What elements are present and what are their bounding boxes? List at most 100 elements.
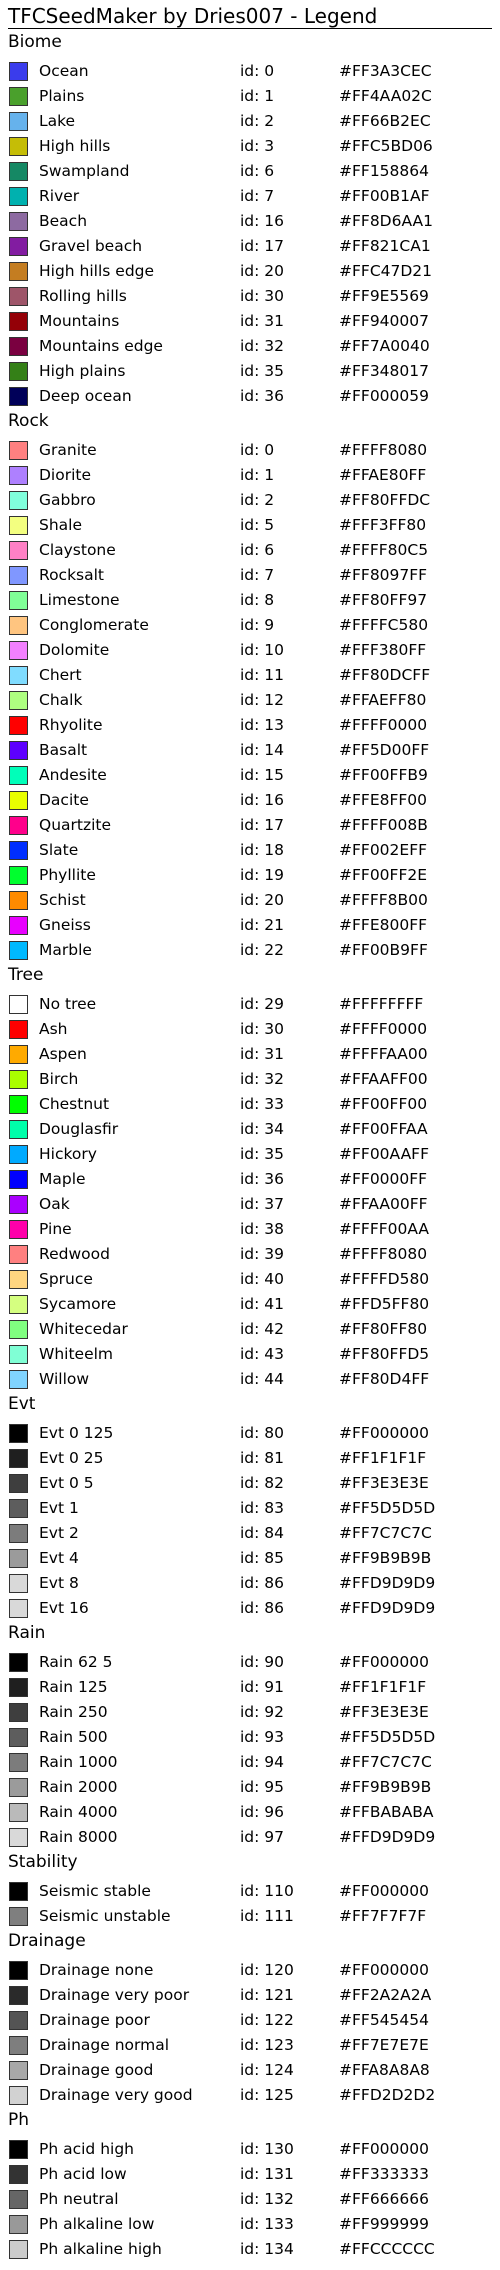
entry-name: Seismic stable xyxy=(39,1882,151,1900)
entry-id: id: 44 xyxy=(240,1370,285,1388)
entry-id: id: 96 xyxy=(240,1803,285,1821)
entry-hex: #FF5D00FF xyxy=(339,741,430,759)
entry-name: Gabbro xyxy=(39,491,96,509)
entry-name: Evt 4 xyxy=(39,1549,79,1567)
entry-hex: #FF5D5D5D xyxy=(339,1499,436,1517)
entry-id: id: 31 xyxy=(240,312,285,330)
entry-id: id: 5 xyxy=(240,516,275,534)
color-swatch xyxy=(9,2140,28,2159)
legend-row: Chalk id: 12 #FFAEFF80 xyxy=(0,688,500,713)
legend-row: Deep ocean id: 36 #FF000059 xyxy=(0,384,500,409)
entry-name: Rain 250 xyxy=(39,1703,108,1721)
entry-hex: #FF333333 xyxy=(339,2165,429,2183)
color-swatch xyxy=(9,916,28,935)
color-swatch xyxy=(9,1678,28,1697)
entry-id: id: 94 xyxy=(240,1753,285,1771)
color-swatch xyxy=(9,466,28,485)
entry-hex: #FF545454 xyxy=(339,2011,429,2029)
entry-name: Basalt xyxy=(39,741,88,759)
legend-row: Rolling hills id: 30 #FF9E5569 xyxy=(0,284,500,309)
entry-name: Douglasfir xyxy=(39,1120,119,1138)
entry-name: Pine xyxy=(39,1220,72,1238)
legend-row: Shale id: 5 #FFF3FF80 xyxy=(0,513,500,538)
color-swatch xyxy=(9,1045,28,1064)
entry-id: id: 85 xyxy=(240,1549,285,1567)
entry-id: id: 32 xyxy=(240,1070,285,1088)
color-swatch xyxy=(9,1449,28,1468)
entry-name: Evt 0 5 xyxy=(39,1474,94,1492)
entry-id: id: 124 xyxy=(240,2061,294,2079)
entry-hex: #FF9B9B9B xyxy=(339,1778,432,1796)
entry-hex: #FFFF008B xyxy=(339,816,428,834)
entry-name: Rain 2000 xyxy=(39,1778,118,1796)
entry-name: Plains xyxy=(39,87,85,105)
legend-row: Chert id: 11 #FF80DCFF xyxy=(0,663,500,688)
legend-row: Evt 0 5 id: 82 #FF3E3E3E xyxy=(0,1471,500,1496)
entry-name: Andesite xyxy=(39,766,107,784)
legend-row: Dacite id: 16 #FFE8FF00 xyxy=(0,788,500,813)
section-heading: Biome xyxy=(8,32,62,52)
entry-id: id: 82 xyxy=(240,1474,285,1492)
entry-id: id: 7 xyxy=(240,566,275,584)
entry-hex: #FFFFD580 xyxy=(339,1270,430,1288)
entry-id: id: 43 xyxy=(240,1345,285,1363)
color-swatch xyxy=(9,387,28,406)
color-swatch xyxy=(9,1320,28,1339)
color-swatch xyxy=(9,337,28,356)
entry-id: id: 30 xyxy=(240,287,285,305)
color-swatch xyxy=(9,1270,28,1289)
color-swatch xyxy=(9,137,28,156)
entry-hex: #FF80DCFF xyxy=(339,666,431,684)
entry-name: Mountains edge xyxy=(39,337,163,355)
color-swatch xyxy=(9,1145,28,1164)
entry-hex: #FF8097FF xyxy=(339,566,428,584)
entry-id: id: 121 xyxy=(240,1986,294,2004)
color-swatch xyxy=(9,1803,28,1822)
entry-name: Gravel beach xyxy=(39,237,143,255)
color-swatch xyxy=(9,2190,28,2209)
entry-name: Drainage good xyxy=(39,2061,154,2079)
color-swatch xyxy=(9,1295,28,1314)
color-swatch xyxy=(9,1728,28,1747)
color-swatch xyxy=(9,1424,28,1443)
color-swatch xyxy=(9,791,28,810)
entry-hex: #FFFFFFFF xyxy=(339,995,424,1013)
legend-row: High plains id: 35 #FF348017 xyxy=(0,359,500,384)
entry-hex: #FFFFAA00 xyxy=(339,1045,428,1063)
entry-hex: #FF8D6AA1 xyxy=(339,212,433,230)
entry-name: Rain 500 xyxy=(39,1728,108,1746)
color-swatch xyxy=(9,666,28,685)
legend-row: Rain 500 id: 93 #FF5D5D5D xyxy=(0,1725,500,1750)
entry-name: Beach xyxy=(39,212,88,230)
section-heading: Stability xyxy=(8,1852,78,1872)
entry-name: Drainage normal xyxy=(39,2036,170,2054)
legend-row: Lake id: 2 #FF66B2EC xyxy=(0,109,500,134)
entry-id: id: 92 xyxy=(240,1703,285,1721)
legend-row: Ocean id: 0 #FF3A3CEC xyxy=(0,59,500,84)
entry-hex: #FF7F7F7F xyxy=(339,1907,427,1925)
entry-id: id: 83 xyxy=(240,1499,285,1517)
entry-name: Lake xyxy=(39,112,76,130)
color-swatch xyxy=(9,287,28,306)
entry-hex: #FF00AAFF xyxy=(339,1145,430,1163)
section-heading: Ph xyxy=(8,2110,30,2130)
entry-name: Ph neutral xyxy=(39,2190,119,2208)
color-swatch xyxy=(9,1778,28,1797)
entry-hex: #FFFF8B00 xyxy=(339,891,428,909)
entry-hex: #FFFF80C5 xyxy=(339,541,429,559)
legend-row: Rain 8000 id: 97 #FFD9D9D9 xyxy=(0,1825,500,1850)
entry-hex: #FF1F1F1F xyxy=(339,1678,427,1696)
color-swatch xyxy=(9,212,28,231)
entry-hex: #FFFF00AA xyxy=(339,1220,430,1238)
entry-id: id: 133 xyxy=(240,2215,294,2233)
entry-id: id: 39 xyxy=(240,1245,285,1263)
section-heading: Drainage xyxy=(8,1931,86,1951)
entry-hex: #FF000000 xyxy=(339,1653,429,1671)
entry-name: Conglomerate xyxy=(39,616,149,634)
color-swatch xyxy=(9,841,28,860)
entry-id: id: 1 xyxy=(240,466,275,484)
color-swatch xyxy=(9,1907,28,1926)
color-swatch xyxy=(9,2036,28,2055)
entry-id: id: 122 xyxy=(240,2011,294,2029)
entry-hex: #FF999999 xyxy=(339,2215,429,2233)
